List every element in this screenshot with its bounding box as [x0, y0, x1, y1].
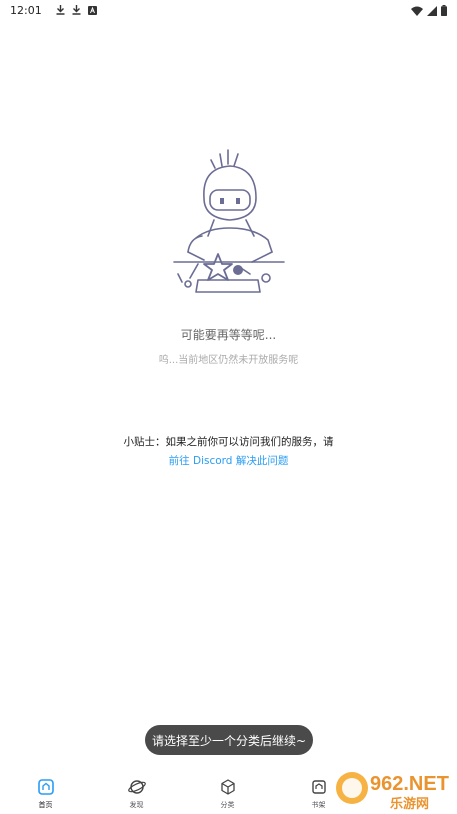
nav-label-discover: 发现: [129, 801, 144, 809]
wifi-icon: [411, 1, 423, 20]
signal-icon: [427, 1, 437, 20]
home-icon: [37, 779, 54, 795]
nav-item-category[interactable]: 分类: [182, 770, 273, 814]
toast-message: 请选择至少一个分类后继续~: [145, 725, 313, 755]
tip-text: 小贴士：如果之前你可以访问我们的服务，请: [123, 436, 334, 448]
watermark-brand: 962.NET: [370, 773, 449, 795]
empty-state-subtitle: 呜...当前地区仍然未开放服务呢: [158, 355, 299, 366]
nav-label-home: 首页: [38, 801, 53, 809]
planet-icon: [127, 780, 146, 794]
download-icon: [72, 5, 81, 15]
empty-state-title: 可能要再等等呢...: [180, 328, 277, 342]
nav-item-home[interactable]: 首页: [0, 770, 91, 814]
nav-item-discover[interactable]: 发现: [91, 770, 182, 814]
watermark-subtitle: 乐游网: [390, 796, 429, 812]
status-bar: 12:01: [0, 0, 457, 20]
notification-icons: [56, 5, 97, 15]
battery-icon: [441, 1, 447, 20]
nav-label-category: 分类: [220, 801, 235, 809]
bookshelf-icon: [311, 780, 326, 794]
robot-illustration: [173, 149, 285, 293]
watermark-logo: 962.NET 乐游网: [336, 772, 449, 812]
nav-label-bookshelf: 书架: [311, 801, 326, 809]
a-icon: [87, 5, 97, 15]
download-icon: [56, 5, 65, 15]
cube-icon: [220, 779, 235, 795]
status-time: 12:01: [10, 3, 42, 17]
system-icons: [411, 1, 447, 20]
discord-link[interactable]: 前往 Discord 解决此问题: [0, 453, 457, 468]
